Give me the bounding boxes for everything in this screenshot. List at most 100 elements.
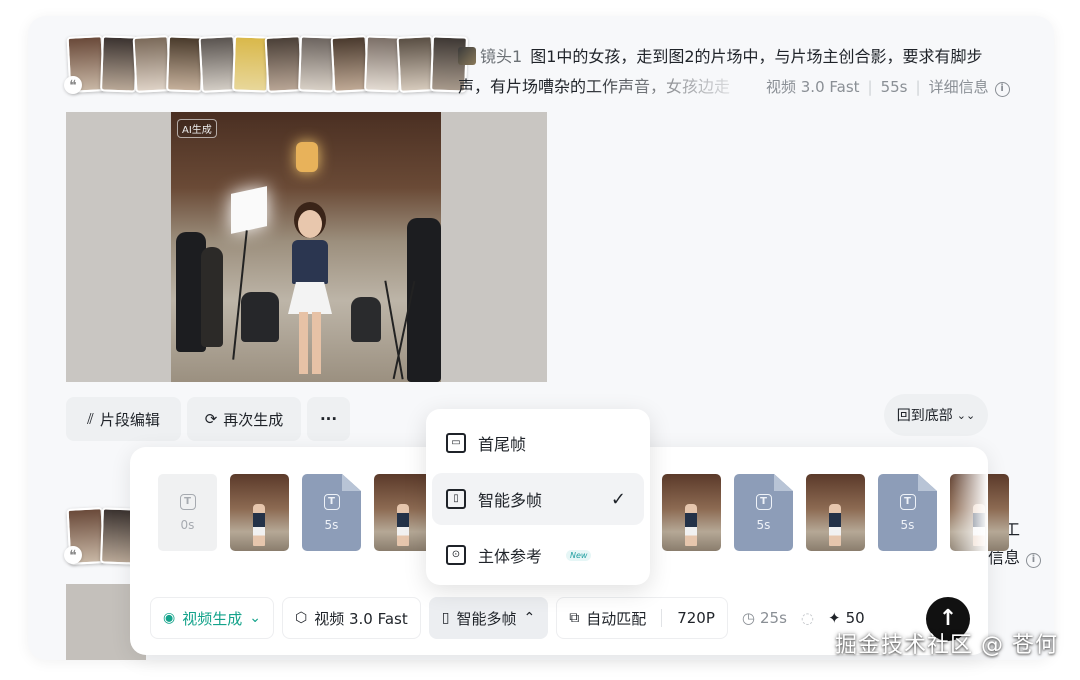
model-label: 视频 3.0 Fast <box>766 78 860 96</box>
more-icon: ··· <box>319 410 338 428</box>
dropdown-item[interactable]: ▯ 智能多帧 ✓ <box>432 473 644 525</box>
dropdown-item-label: 首尾帧 <box>478 435 527 454</box>
edit-clip-button[interactable]: ⫽ 片段编辑 <box>66 397 181 441</box>
video-generate-icon: ◉ <box>163 610 176 626</box>
reference-strip[interactable] <box>66 35 468 93</box>
keyframe-slot[interactable]: T 0s <box>158 474 217 551</box>
frame-figure <box>397 504 409 546</box>
multi-frame-icon: ▯ <box>441 610 450 626</box>
regenerate-button[interactable]: ⟳ 再次生成 <box>187 397 301 441</box>
girl-figure-skirt <box>288 282 332 314</box>
text-frame-icon: T <box>899 493 916 510</box>
video-player[interactable]: AI生成 <box>66 112 547 382</box>
frame-mode-label: 智能多帧 <box>456 609 517 628</box>
keyframe-text-card[interactable]: T 5s <box>302 474 361 551</box>
lantern-shape <box>296 142 318 172</box>
subject-reference-icon: ⊙ <box>446 545 466 565</box>
video-thumbnail: AI生成 <box>171 112 441 382</box>
crew-figure <box>201 247 223 347</box>
ratio-resolution-select[interactable]: ⧉ 自动匹配 720P <box>556 597 728 639</box>
regenerate-label: 再次生成 <box>223 410 284 429</box>
composer-toolbar: ◉ 视频生成 ⌄ ⬡ 视频 3.0 Fast ▯ 智能多帧 ⌃ ⧉ 自动匹配 7… <box>150 597 879 639</box>
info-icon[interactable]: i <box>994 82 1010 97</box>
quote-icon: ❝ <box>64 76 82 94</box>
first-last-frame-icon: ▭ <box>446 433 466 453</box>
duration-label: 55s <box>880 78 908 96</box>
frame-time: 0s <box>180 517 195 532</box>
chevron-up-icon: ⌃ <box>523 610 536 626</box>
dropdown-item[interactable]: ⊙ 主体参考 New <box>432 529 644 581</box>
clip-edit-icon: ⫽ <box>87 410 94 428</box>
keyframe-image[interactable] <box>806 474 865 551</box>
resolution-label: 720P <box>677 609 715 627</box>
girl-figure-legs <box>299 312 321 374</box>
keyframe-text-card[interactable]: T 5s <box>878 474 937 551</box>
frames-fade <box>948 467 988 557</box>
keyframe-text-card[interactable]: T 5s <box>734 474 793 551</box>
back-to-bottom-label: 回到底部 <box>896 408 953 424</box>
softbox-shape <box>231 186 267 234</box>
frame-time: 5s <box>324 517 339 532</box>
quote-icon: ❝ <box>64 546 82 564</box>
text-frame-icon: T <box>179 493 196 510</box>
new-badge: New <box>566 549 592 561</box>
aspect-ratio-icon: ⧉ <box>569 610 580 626</box>
crew-figure <box>241 292 279 342</box>
text-frame-icon: T <box>755 493 772 510</box>
more-button[interactable]: ··· <box>307 397 350 441</box>
refresh-icon: ⟳ <box>204 410 218 428</box>
dropdown-item[interactable]: ▭ 首尾帧 <box>432 417 644 469</box>
prompt-block: 镜头1 图1中的女孩，走到图2的片场中，与片场主创合影，要求有脚步 声，有片场嘈杂… <box>458 42 1038 102</box>
dropdown-item-label: 主体参考 <box>478 547 543 566</box>
mode-label: 视频生成 <box>182 609 243 628</box>
cube-icon: ⬡ <box>294 610 308 626</box>
shot-avatar <box>458 47 476 65</box>
chevron-double-down-icon: ⌄⌄ <box>956 408 976 422</box>
text-frame-icon: T <box>323 493 340 510</box>
back-to-bottom-button[interactable]: 回到底部 ⌄⌄ <box>884 394 988 436</box>
girl-figure-top <box>292 240 328 284</box>
model-label: 视频 3.0 Fast <box>314 609 408 628</box>
divider <box>661 609 663 627</box>
prompt-meta: 视频 3.0 Fast | 55s | 详细信息 i <box>766 72 1010 102</box>
girl-figure-head <box>298 210 322 238</box>
crew-figure <box>351 297 381 342</box>
keyframe-image[interactable] <box>230 474 289 551</box>
keyframe-image[interactable] <box>374 474 433 551</box>
keyframe-image[interactable] <box>662 474 721 551</box>
multi-frame-icon: ▯ <box>446 489 466 509</box>
clock-icon: ◷ <box>741 609 755 627</box>
frame-mode-select[interactable]: ▯ 智能多帧 ⌃ <box>428 597 549 639</box>
credits-value: 50 <box>845 609 865 627</box>
chevron-down-icon: ⌄ <box>249 610 261 626</box>
frame-figure <box>685 504 697 546</box>
check-icon: ✓ <box>610 488 626 510</box>
credits-indicator: ✦ 50 <box>828 609 865 627</box>
loading-icon: ◌ <box>800 609 814 627</box>
watermark: 掘金技术社区 @ 苍何 <box>835 633 1058 658</box>
duration-value: 25s <box>760 609 787 627</box>
frame-figure <box>253 504 265 546</box>
frame-mode-dropdown: ▭ 首尾帧 ▯ 智能多帧 ✓ ⊙ 主体参考 New <box>426 409 650 585</box>
prompt-line-1: 镜头1 图1中的女孩，走到图2的片场中，与片场主创合影，要求有脚步 <box>458 42 1038 72</box>
ai-generated-tag: AI生成 <box>177 119 217 138</box>
model-select[interactable]: ⬡ 视频 3.0 Fast <box>281 597 421 639</box>
crew-figure <box>407 218 441 382</box>
loop-toggle[interactable]: ◌ <box>801 609 814 627</box>
prompt-text-2: 声，有片场嘈杂的工作声音，女孩边走 <box>458 77 731 96</box>
frame-time: 5s <box>900 517 915 532</box>
prompt-text-1: 图1中的女孩，走到图2的片场中，与片场主创合影，要求有脚步 <box>530 47 983 66</box>
sparkle-icon: ✦ <box>828 609 841 627</box>
tripod-shape <box>384 280 404 380</box>
details-link[interactable]: 详细信息 <box>929 78 989 96</box>
shot-label: 镜头1 <box>480 47 523 66</box>
edit-clip-label: 片段编辑 <box>99 410 160 429</box>
frame-time: 5s <box>756 517 771 532</box>
duration-select[interactable]: ◷ 25s <box>742 609 787 627</box>
dropdown-item-label: 智能多帧 <box>478 491 543 510</box>
ratio-label: 自动匹配 <box>586 609 647 628</box>
prompt-line-2: 声，有片场嘈杂的工作声音，女孩边走 视频 3.0 Fast | 55s | 详细信息 i <box>458 72 1038 102</box>
frame-figure <box>829 504 841 546</box>
info-icon[interactable]: i <box>1026 553 1042 568</box>
mode-select[interactable]: ◉ 视频生成 ⌄ <box>150 597 274 639</box>
